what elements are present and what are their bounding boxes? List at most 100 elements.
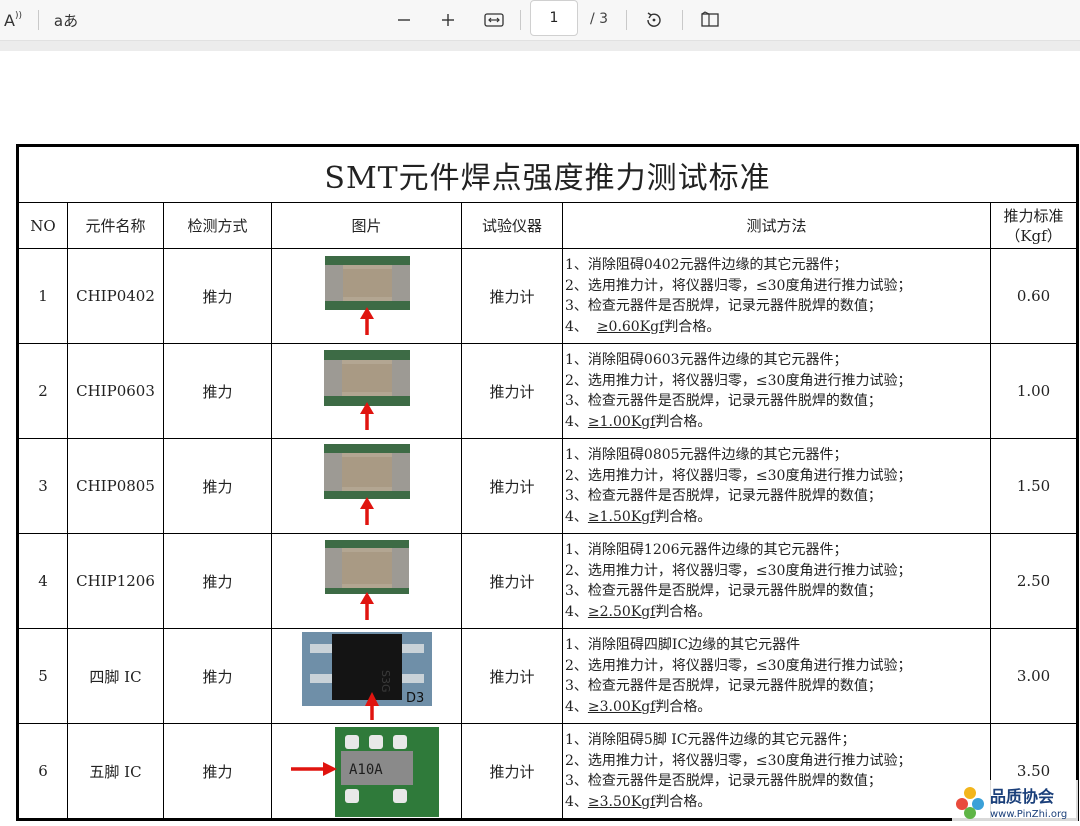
logo-petal-icon [964,807,976,819]
row-instrument: 推力计 [461,343,563,439]
pdf-toolbar: A)) aあ / 3 [0,0,1080,41]
watermark: 品质协会 www.PinZhi.org [952,780,1078,822]
chip-capacitor-photo [324,256,410,335]
rotate-button[interactable] [642,0,666,40]
row-test-method: 1、消除阻碍0603元器件边缘的其它元器件； 2、选用推力计，将仪器归零，≤30… [562,343,991,439]
row-test-method: 1、消除阻碍5脚 IC元器件边缘的其它元器件； 2、选用推力计，将仪器归零，≤3… [562,723,991,820]
row-standard: 2.50 [989,533,1079,629]
toolbar-separator [520,10,521,30]
method-step-1: 1、消除阻碍1206元器件边缘的其它元器件； [565,542,848,558]
header-standard: 推力标准 （Kgf） [989,202,1079,249]
row-name: CHIP0402 [67,248,164,344]
table-row: 6 五脚 IC 推力 A10A 推力计 1、消除阻碍5脚 IC元器件边缘的其它元… [17,723,1079,820]
row-name: 四脚 IC [67,628,164,724]
method-step-4: 4、≥1.00Kgf判合格。 [565,413,712,430]
method-step-1: 1、消除阻碍四脚IC边缘的其它元器件 [565,637,801,653]
row-instrument: 推力计 [461,533,563,629]
four-pin-ic-photo: S3G D3 [301,632,432,720]
row-picture [271,438,462,534]
method-step-3: 3、检查元器件是否脱焊，记录元器件脱焊的数值； [565,298,882,314]
logo-petal-icon [964,787,976,799]
method-step-3: 3、检查元器件是否脱焊，记录元器件脱焊的数值； [565,583,882,599]
row-method: 推力 [163,438,272,534]
toolbar-separator [682,10,683,30]
row-picture: S3G D3 [271,628,462,724]
table-row: 3 CHIP0805 推力 推力计 1、消除阻碍0805元器件边缘的其它元器件；… [17,438,1079,534]
fit-width-button[interactable] [482,0,506,40]
row-name: CHIP1206 [67,533,164,629]
document-title: SMT元件焊点强度推力测试标准 [16,145,1079,203]
method-step-2: 2、选用推力计，将仪器归零，≤30度角进行推力试验； [565,467,912,484]
ic-board-marking: D3 [406,691,424,706]
row-instrument: 推力计 [461,723,563,820]
method-step-1: 1、消除阻碍5脚 IC元器件边缘的其它元器件； [565,732,856,748]
row-no: 6 [17,723,68,820]
method-step-3: 3、检查元器件是否脱焊，记录元器件脱焊的数值； [565,678,882,694]
zoom-out-button[interactable] [393,0,415,40]
row-instrument: 推力计 [461,248,563,344]
method-step-4: 4、≥2.50Kgf判合格。 [565,603,712,620]
watermark-name: 品质协会 [990,787,1054,806]
viewer-gap [0,41,1080,51]
page-number-input[interactable] [530,0,578,36]
method-step-3: 3、检查元器件是否脱焊，记录元器件脱焊的数值； [565,393,882,409]
logo-petal-icon [956,798,968,810]
row-name: CHIP0603 [67,343,164,439]
watermark-url: www.PinZhi.org [990,809,1067,820]
row-method: 推力 [163,628,272,724]
row-instrument: 推力计 [461,438,563,534]
method-step-2: 2、选用推力计，将仪器归零，≤30度角进行推力试验； [565,752,912,769]
row-test-method: 1、消除阻碍四脚IC边缘的其它元器件 2、选用推力计，将仪器归零，≤30度角进行… [562,628,991,724]
method-step-4: 4、 ≥0.60Kgf判合格。 [565,318,721,335]
plus-icon [442,14,454,26]
watermark-logo: 品质协会 www.PinZhi.org [952,780,1078,822]
read-aloud-icon: A [4,10,15,30]
chip-capacitor-photo [323,444,410,525]
table-header-row: NO 元件名称 检测方式 图片 试验仪器 测试方法 推力标准 （Kgf） [17,202,1079,249]
row-no: 4 [17,533,68,629]
ic-chip-text: S3G [379,670,392,693]
page-total-label: / 3 [590,11,609,27]
ic-chip-text: A10A [349,762,383,778]
chip-capacitor-photo [323,350,410,430]
fit-width-icon [484,13,504,27]
method-step-2: 2、选用推力计，将仪器归零，≤30度角进行推力试验； [565,562,912,579]
method-step-4: 4、≥3.00Kgf判合格。 [565,698,712,715]
row-picture [271,533,462,629]
table-row: 4 CHIP1206 推力 推力计 1、消除阻碍1206元器件边缘的其它元器件；… [17,533,1079,629]
row-standard: 1.50 [989,438,1079,534]
chip-capacitor-photo [324,540,409,620]
table-row: 5 四脚 IC 推力 S3G D3 推力计 1、消除阻碍四脚IC边缘的其它元器件… [17,628,1079,724]
table-row: 2 CHIP0603 推力 推力计 1、消除阻碍0603元器件边缘的其它元器件；… [17,343,1079,439]
method-step-3: 3、检查元器件是否脱焊，记录元器件脱焊的数值； [565,488,882,504]
two-page-icon [701,11,719,27]
zoom-in-button[interactable] [437,0,459,40]
row-instrument: 推力计 [461,628,563,724]
header-standard-line1: 推力标准 [1003,206,1064,225]
method-step-4: 4、≥1.50Kgf判合格。 [565,508,712,525]
method-step-4: 4、≥3.50Kgf判合格。 [565,793,712,810]
translate-button[interactable]: aあ [52,0,80,40]
rotate-icon [647,12,661,27]
method-step-2: 2、选用推力计，将仪器归零，≤30度角进行推力试验； [565,372,912,389]
row-no: 2 [17,343,68,439]
row-standard: 0.60 [989,248,1079,344]
page-view-button[interactable] [698,0,722,40]
read-aloud-button[interactable]: A)) [0,0,26,40]
pdf-page: SMT元件焊点强度推力测试标准 NO 元件名称 检测方式 图片 试验仪器 测试方… [0,51,1080,822]
method-step-1: 1、消除阻碍0603元器件边缘的其它元器件； [565,352,848,368]
header-picture: 图片 [271,202,462,249]
row-name: CHIP0805 [67,438,164,534]
row-standard: 3.00 [989,628,1079,724]
five-pin-ic-photo: A10A [290,727,439,817]
header-method: 检测方式 [163,202,272,249]
row-name: 五脚 IC [67,723,164,820]
header-no: NO [17,202,68,249]
row-picture [271,248,462,344]
method-step-1: 1、消除阻碍0805元器件边缘的其它元器件； [565,447,848,463]
translate-icon: aあ [53,11,79,30]
standard-table: SMT元件焊点强度推力测试标准 NO 元件名称 检测方式 图片 试验仪器 测试方… [16,144,1080,821]
row-picture [271,343,462,439]
header-name: 元件名称 [67,202,164,249]
logo-petal-icon [972,798,984,810]
